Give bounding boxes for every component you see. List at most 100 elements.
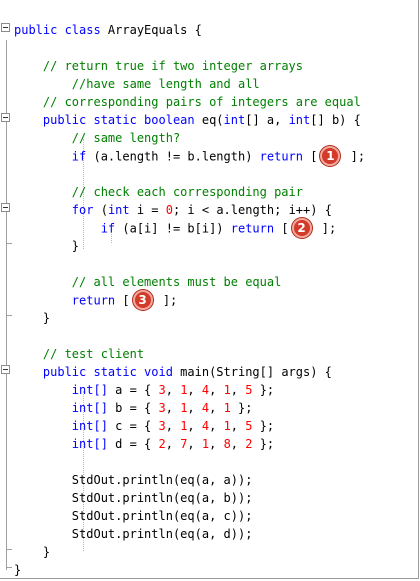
comment: //have same length and all [71,77,260,91]
code-editor[interactable]: public class ArrayEquals { // return tru… [0,0,419,579]
comment: // corresponding pairs of integers are e… [42,95,361,109]
keyword: int[] [71,383,108,397]
comment: // test client [42,347,145,361]
println-statement: StdOut.println(eq(a, d)); [71,527,253,541]
brace: } [14,563,22,577]
number-literal: 1 [223,401,231,415]
comment: // check each corresponding pair [71,185,303,199]
keyword: public static void [42,365,173,379]
code-line: } [14,543,418,561]
number-literal: 3 [158,383,166,397]
fold-end-class [6,567,12,568]
declaration: b = { [107,401,159,415]
fold-toggle-main-method[interactable] [1,365,10,374]
code-line: } [14,237,418,255]
code-line: } [14,561,418,579]
number-literal: 8 [223,437,231,451]
keyword: public class [14,23,101,37]
code-line: // same length? [14,129,418,147]
fold-toggle-eq-method[interactable] [1,113,10,122]
condition: (a[i] != b[i]) [115,221,231,236]
number-literal: 1 [223,419,231,433]
array-declaration-b: int[] b = { 3, 1, 4, 1 }; [71,401,253,415]
keyword: if [71,149,87,164]
number-literal: 3 [158,401,166,415]
code-line: } [14,309,418,327]
declaration: c = { [107,419,159,433]
number-literal: 5 [245,383,253,397]
brace: } [42,545,51,559]
condition: (a.length != b.length) [86,149,260,164]
array-declaration-d: int[] d = { 2, 7, 1, 8, 2 }; [71,437,275,451]
fold-toggle-class[interactable] [1,23,10,32]
fold-end-for-loop [6,243,12,244]
code-line: // corresponding pairs of integers are e… [14,93,418,111]
number-literal: 4 [201,401,210,415]
println-statement: StdOut.println(eq(a, c)); [71,509,253,523]
number-literal: 7 [180,437,188,451]
number-literal: 3 [158,419,166,433]
method-signature: [] a, [245,113,289,127]
bracket: [ [303,149,318,164]
number-literal: 1 [180,401,188,415]
loop-header: ( [93,203,108,217]
code-line: public class ArrayEquals { [14,21,418,39]
fold-toggle-for-loop[interactable] [1,203,10,212]
code-line: // check each corresponding pair [14,183,418,201]
code-line: public static boolean eq(int[] a, int[] … [14,111,418,129]
bracket: [ [274,221,289,236]
comment: // all elements must be equal [71,275,282,289]
keyword: for [71,203,94,217]
code-line: public static void main(String[] args) { [14,363,418,381]
code-line: StdOut.println(eq(a, c)); [14,507,418,525]
number-literal: 0 [165,203,173,217]
number-literal: 2 [245,437,253,451]
number-literal: 1 [180,419,188,433]
class-declaration: ArrayEquals { [100,23,202,37]
number-literal: 1 [223,383,231,397]
code-line: return [3 ]; [14,290,418,310]
blank-marker-1[interactable]: 1 [320,146,341,166]
keyword: int[] [71,419,108,433]
brace: } [71,239,80,253]
code-line: for (int i = 0; i < a.length; i++) { [14,201,418,219]
keyword: int [223,113,246,127]
number-literal: 2 [158,437,166,451]
keyword: int [107,203,130,217]
code-line: StdOut.println(eq(a, a)); [14,471,418,489]
bracket: ]; [314,221,337,236]
println-statement: StdOut.println(eq(a, a)); [71,473,253,487]
comment: // same length? [71,131,181,145]
code-line: StdOut.println(eq(a, b)); [14,489,418,507]
keyword: int [288,113,311,127]
number-literal: 5 [245,419,253,433]
code-area[interactable]: public class ArrayEquals { // return tru… [14,21,418,579]
number-literal: 4 [201,383,210,397]
number-literal: 4 [201,419,210,433]
code-line: StdOut.println(eq(a, d)); [14,525,418,543]
keyword: return [230,221,275,236]
blank-marker-2[interactable]: 2 [291,218,312,238]
code-line: if (a[i] != b[i]) return [2 ]; [14,218,418,238]
method-signature: eq( [194,113,224,127]
fold-end-eq-method [6,315,12,316]
code-line: // return true if two integer arrays [14,57,418,75]
keyword: int[] [71,437,108,451]
keyword: return [71,293,116,308]
fold-end-main-method [6,549,12,550]
loop-header: i = [129,203,166,217]
bracket: ]; [155,293,178,308]
declaration: a = { [107,383,159,397]
declaration: d = { [107,437,159,451]
blank-marker-3[interactable]: 3 [132,290,153,310]
keyword: if [100,221,116,236]
bracket: ]; [343,149,366,164]
code-line: //have same length and all [14,75,418,93]
fold-gutter [0,0,12,578]
array-declaration-c: int[] c = { 3, 1, 4, 1, 5 }; [71,419,275,433]
array-declaration-a: int[] a = { 3, 1, 4, 1, 5 }; [71,383,275,397]
